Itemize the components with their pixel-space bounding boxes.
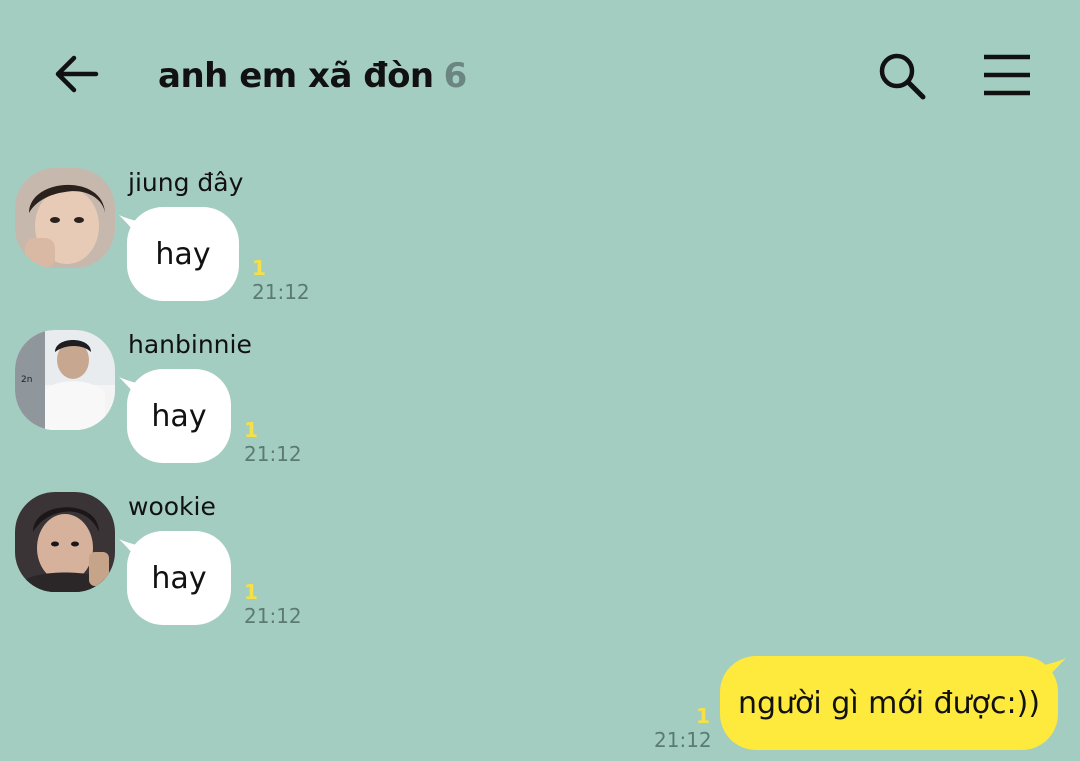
message-bubble[interactable]: hay <box>119 369 231 463</box>
chat-screen: anh em xã đòn 6 jiung đây hay 1 21:12 2n… <box>0 0 1080 761</box>
profile-photo <box>15 492 115 592</box>
svg-text:2n: 2n <box>21 375 32 385</box>
arrow-left-icon <box>55 55 99 93</box>
chat-title-area[interactable]: anh em xã đòn 6 <box>158 52 467 100</box>
message-time: 21:12 <box>252 280 310 304</box>
own-message-time: 21:12 <box>654 728 712 752</box>
sender-name: hanbinnie <box>128 330 252 359</box>
bubble-tail <box>119 377 145 403</box>
member-count: 6 <box>443 56 468 96</box>
own-message-text: người gì mới được:)) <box>737 685 1041 721</box>
avatar[interactable]: 2n <box>15 330 115 430</box>
unread-count: 1 <box>244 418 258 442</box>
message-text: hay <box>151 560 207 596</box>
message-row: jiung đây hay 1 21:12 <box>0 166 1080 306</box>
profile-photo <box>15 168 115 268</box>
search-button[interactable] <box>872 46 930 104</box>
message-row: 2n hanbinnie hay 1 21:12 <box>0 328 1080 468</box>
own-unread-count: 1 <box>696 704 710 728</box>
hamburger-menu-icon <box>984 54 1030 96</box>
sender-name: jiung đây <box>128 168 244 197</box>
menu-button[interactable] <box>978 46 1036 104</box>
message-time: 21:12 <box>244 604 302 628</box>
own-message-bubble[interactable]: người gì mới được:)) <box>720 656 1066 750</box>
profile-photo: 2n <box>15 330 115 430</box>
bubble-tail <box>119 215 145 241</box>
search-icon <box>879 53 926 100</box>
avatar[interactable] <box>15 492 115 592</box>
message-bubble[interactable]: hay <box>119 207 239 301</box>
message-text: hay <box>155 236 211 272</box>
chat-header: anh em xã đòn 6 <box>0 0 1080 150</box>
unread-count: 1 <box>252 256 266 280</box>
chat-title: anh em xã đòn <box>158 56 434 96</box>
message-time: 21:12 <box>244 442 302 466</box>
unread-count: 1 <box>244 580 258 604</box>
avatar[interactable] <box>15 168 115 268</box>
bubble-tail <box>1040 658 1066 684</box>
bubble-tail <box>119 539 145 565</box>
back-button[interactable] <box>48 46 106 104</box>
message-row: wookie hay 1 21:12 <box>0 490 1080 630</box>
message-bubble[interactable]: hay <box>119 531 231 625</box>
message-text: hay <box>151 398 207 434</box>
sender-name: wookie <box>128 492 216 521</box>
